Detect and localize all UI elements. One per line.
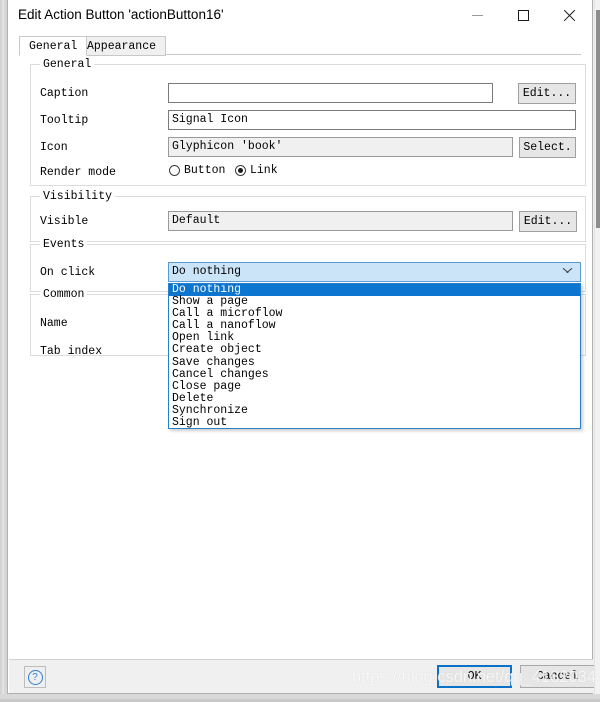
on-click-dropdown-list[interactable]: Do nothing Show a page Call a microflow … (168, 283, 581, 429)
icon-select-button[interactable]: Select. (519, 137, 576, 158)
caption-input[interactable] (168, 83, 493, 103)
on-click-selected-value: Do nothing (172, 265, 242, 278)
maximize-icon (517, 9, 529, 21)
help-button[interactable]: ? (24, 666, 46, 688)
minimize-button[interactable] (454, 0, 500, 30)
group-events-title: Events (40, 238, 88, 251)
tab-appearance[interactable]: Appearance (77, 36, 167, 56)
tab-strip: General Appearance (19, 36, 581, 56)
title-bar: Edit Action Button 'actionButton16' (8, 0, 592, 30)
radio-button-icon (169, 165, 180, 176)
dropdown-item[interactable]: Cancel changes (169, 368, 580, 381)
chevron-down-icon (563, 268, 572, 277)
tab-index-label: Tab index (40, 345, 103, 358)
render-mode-button-label: Button (184, 164, 226, 177)
render-mode-radio-link[interactable]: Link (235, 164, 278, 177)
name-label: Name (40, 317, 68, 330)
window-left-shadow (0, 0, 4, 702)
window-title: Edit Action Button 'actionButton16' (18, 7, 224, 22)
render-mode-link-label: Link (250, 164, 278, 177)
tab-general[interactable]: General (19, 36, 88, 56)
maximize-button[interactable] (500, 0, 546, 30)
dropdown-item[interactable]: Close page (169, 380, 580, 393)
visible-label: Visible (40, 215, 89, 228)
caption-label: Caption (40, 87, 89, 100)
dropdown-item[interactable]: Synchronize (169, 404, 580, 417)
question-mark-icon: ? (27, 669, 43, 685)
visible-edit-button[interactable]: Edit... (519, 211, 577, 232)
caption-edit-button[interactable]: Edit... (518, 83, 576, 104)
on-click-combobox[interactable]: Do nothing (168, 262, 581, 282)
group-visibility-title: Visibility (40, 190, 116, 203)
tooltip-input[interactable]: Signal Icon (168, 110, 576, 130)
dropdown-item[interactable]: Sign out (169, 416, 580, 428)
ok-button[interactable]: OK (437, 665, 512, 688)
dropdown-item[interactable]: Create object (169, 344, 580, 356)
dialog-screen: Edit Action Button 'actionButton16' Gene… (0, 0, 600, 702)
render-mode-radio-button[interactable]: Button (169, 164, 225, 177)
tooltip-label: Tooltip (40, 114, 89, 127)
group-general-title: General (40, 58, 95, 71)
cancel-button[interactable]: Cancel (520, 665, 595, 688)
render-mode-label: Render mode (40, 166, 116, 179)
on-click-label: On click (40, 266, 96, 279)
visible-value: Default (168, 211, 513, 231)
icon-label: Icon (40, 141, 68, 154)
close-icon (563, 9, 576, 22)
close-button[interactable] (546, 0, 592, 30)
edit-action-button-dialog: Edit Action Button 'actionButton16' Gene… (7, 0, 600, 694)
vertical-scrollbar-thumb[interactable] (596, 10, 600, 228)
icon-value: Glyphicon 'book' (168, 137, 513, 157)
minimize-icon (471, 14, 483, 16)
radio-link-icon (235, 165, 246, 176)
vertical-scrollbar-track[interactable] (594, 0, 600, 694)
group-common-title: Common (40, 288, 88, 301)
dropdown-item[interactable]: Save changes (169, 356, 580, 369)
